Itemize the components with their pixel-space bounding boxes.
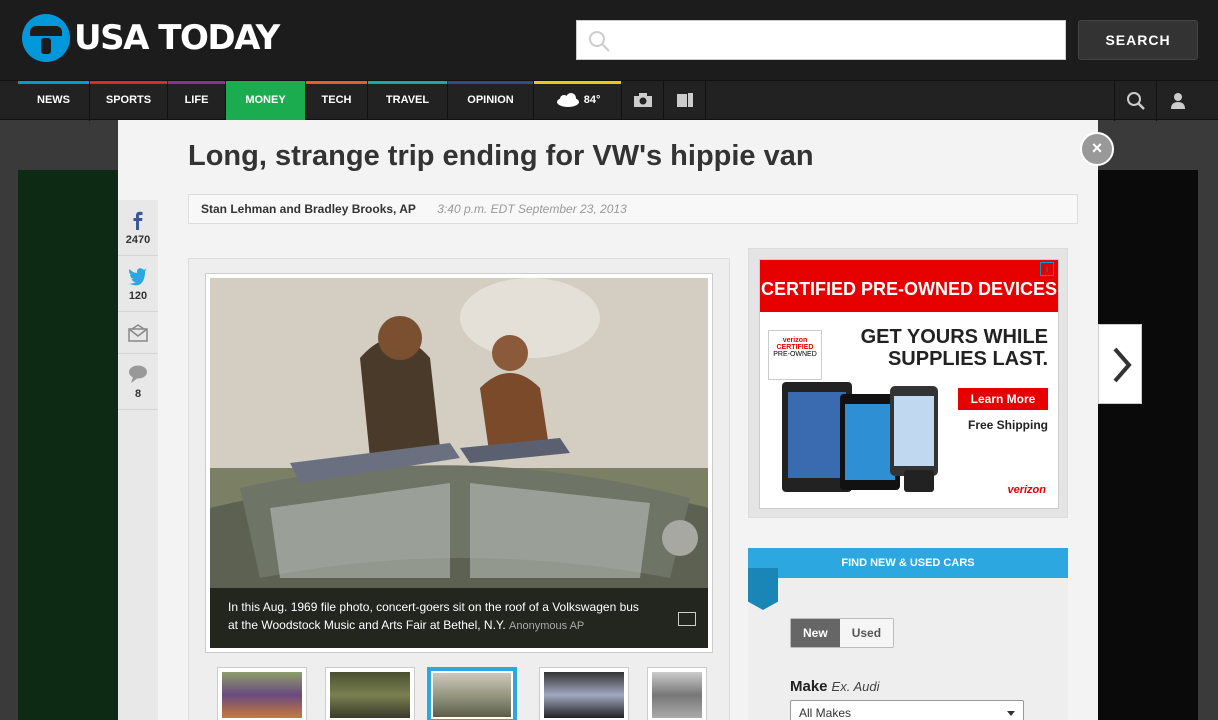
background-panel-left [18, 170, 118, 720]
comments-count: 8 [134, 388, 142, 400]
caption-toggle-icon[interactable] [678, 612, 696, 626]
main-photo[interactable]: In this Aug. 1969 file photo, concert-go… [205, 273, 713, 653]
email-share[interactable] [118, 312, 158, 354]
author[interactable]: Stan Lehman and Bradley Brooks, AP [201, 202, 416, 216]
nav-label: OPINION [467, 94, 514, 106]
thumbnail[interactable] [325, 667, 415, 720]
article-title: Long, strange trip ending for VW's hippi… [188, 140, 814, 172]
devices-image [782, 382, 938, 492]
article-overlay: 2470 120 8 Long, strange trip ending for… [118, 120, 1114, 720]
email-icon [128, 324, 148, 342]
badge-certified: CERTIFIED [776, 344, 814, 351]
byline: Stan Lehman and Bradley Brooks, AP 3:40 … [188, 194, 1078, 224]
nav-label: LIFE [184, 94, 209, 106]
next-article-button[interactable] [1098, 324, 1142, 404]
nav-label: NEWS [37, 94, 70, 106]
nav-photos[interactable] [622, 81, 664, 121]
cars-title: FIND NEW & USED CARS [748, 548, 1068, 578]
search-input[interactable] [619, 27, 1059, 53]
make-label-text: Make [790, 678, 828, 695]
nav-travel[interactable]: TRAVEL [368, 81, 448, 121]
camera-icon [633, 93, 652, 108]
ad-headline: GET YOURS WHILE SUPPLIES LAST. [861, 326, 1048, 370]
media-icon [676, 93, 693, 108]
photo-caption: In this Aug. 1969 file photo, concert-go… [210, 588, 708, 648]
search-box[interactable] [576, 20, 1066, 60]
search-icon [1126, 91, 1145, 110]
ad-banner: CERTIFIED PRE-OWNED DEVICES [760, 260, 1058, 312]
share-bar: 2470 120 8 [118, 200, 158, 720]
cars-widget: FIND NEW & USED CARS New Used Make Ex. Au… [748, 548, 1068, 720]
nav-news[interactable]: NEWS [18, 81, 90, 121]
thumbnail[interactable] [647, 667, 707, 720]
thumbnail[interactable] [539, 667, 629, 720]
close-button[interactable]: × [1080, 132, 1114, 166]
make-label: Make Ex. Audi [790, 678, 879, 695]
site-header: USA TODAY SEARCH [0, 0, 1218, 80]
ad-headline-1: GET YOURS WHILE [860, 326, 1048, 348]
twitter-share[interactable]: 120 [118, 256, 158, 312]
ribbon-fold [748, 568, 778, 610]
chevron-right-icon [1113, 347, 1132, 383]
main-nav: NEWS SPORTS LIFE MONEY TECH TRAVEL OPINI… [0, 80, 1218, 121]
ad-container: CERTIFIED PRE-OWNED DEVICES i verizon CE… [748, 248, 1068, 518]
facebook-count: 2470 [125, 234, 151, 246]
nav-money[interactable]: MONEY [226, 81, 306, 121]
make-select[interactable]: All Makes [790, 700, 1024, 720]
badge-preowned: PRE-OWNED [773, 351, 817, 358]
badge-brand: verizon [782, 337, 808, 344]
certified-badge: verizon CERTIFIED PRE-OWNED [768, 330, 822, 380]
user-icon [1170, 92, 1185, 109]
free-shipping: Free Shipping [967, 418, 1048, 432]
nav-label: TECH [321, 94, 352, 106]
weather-cloud-icon [556, 93, 579, 108]
make-select-value: All Makes [799, 706, 852, 720]
weather-temp: 84° [583, 94, 601, 106]
toggle-new[interactable]: New [791, 619, 840, 647]
nav-tech[interactable]: TECH [306, 81, 368, 121]
thumbnail-strip [217, 667, 717, 720]
facebook-share[interactable]: 2470 [118, 200, 158, 256]
verizon-ad[interactable]: CERTIFIED PRE-OWNED DEVICES i verizon CE… [759, 259, 1059, 509]
photo-gallery: In this Aug. 1969 file photo, concert-go… [188, 258, 730, 720]
adchoices-icon[interactable]: i [1040, 262, 1054, 276]
nav-sports[interactable]: SPORTS [90, 81, 168, 121]
thumbnail[interactable] [217, 667, 307, 720]
search-button[interactable]: SEARCH [1078, 20, 1198, 60]
nav-opinion[interactable]: OPINION [448, 81, 534, 121]
make-example: Ex. Audi [831, 679, 880, 694]
background-panel-right [1098, 170, 1198, 720]
nav-label: SPORTS [105, 94, 152, 106]
logo-text: USA TODAY [74, 18, 280, 58]
site-logo[interactable]: USA TODAY [22, 14, 280, 62]
nav-label: TRAVEL [385, 94, 430, 106]
toggle-used[interactable]: Used [839, 619, 894, 647]
photo-credit: Anonymous AP [509, 620, 585, 632]
verizon-logo: verizon [1007, 484, 1046, 496]
nav-search[interactable] [1114, 81, 1156, 121]
nav-media[interactable] [664, 81, 706, 121]
new-used-toggle: New Used [790, 618, 895, 648]
nav-weather[interactable]: 84° [534, 81, 622, 121]
logo-icon [22, 14, 70, 62]
nav-label: MONEY [245, 94, 286, 106]
chevron-down-icon [1007, 711, 1015, 716]
photo-image: In this Aug. 1969 file photo, concert-go… [210, 278, 708, 648]
nav-user[interactable] [1156, 81, 1198, 121]
learn-more-button[interactable]: Learn More [958, 388, 1048, 410]
facebook-icon [133, 211, 143, 230]
twitter-count: 120 [128, 290, 148, 302]
comment-icon [129, 365, 147, 383]
search-icon [589, 31, 610, 52]
twitter-icon [129, 268, 147, 286]
timestamp: 3:40 p.m. EDT September 23, 2013 [437, 202, 627, 216]
nav-life[interactable]: LIFE [168, 81, 226, 121]
ad-headline-2: SUPPLIES LAST. [887, 348, 1048, 370]
comments-button[interactable]: 8 [118, 354, 158, 410]
thumbnail-active[interactable] [427, 667, 517, 720]
